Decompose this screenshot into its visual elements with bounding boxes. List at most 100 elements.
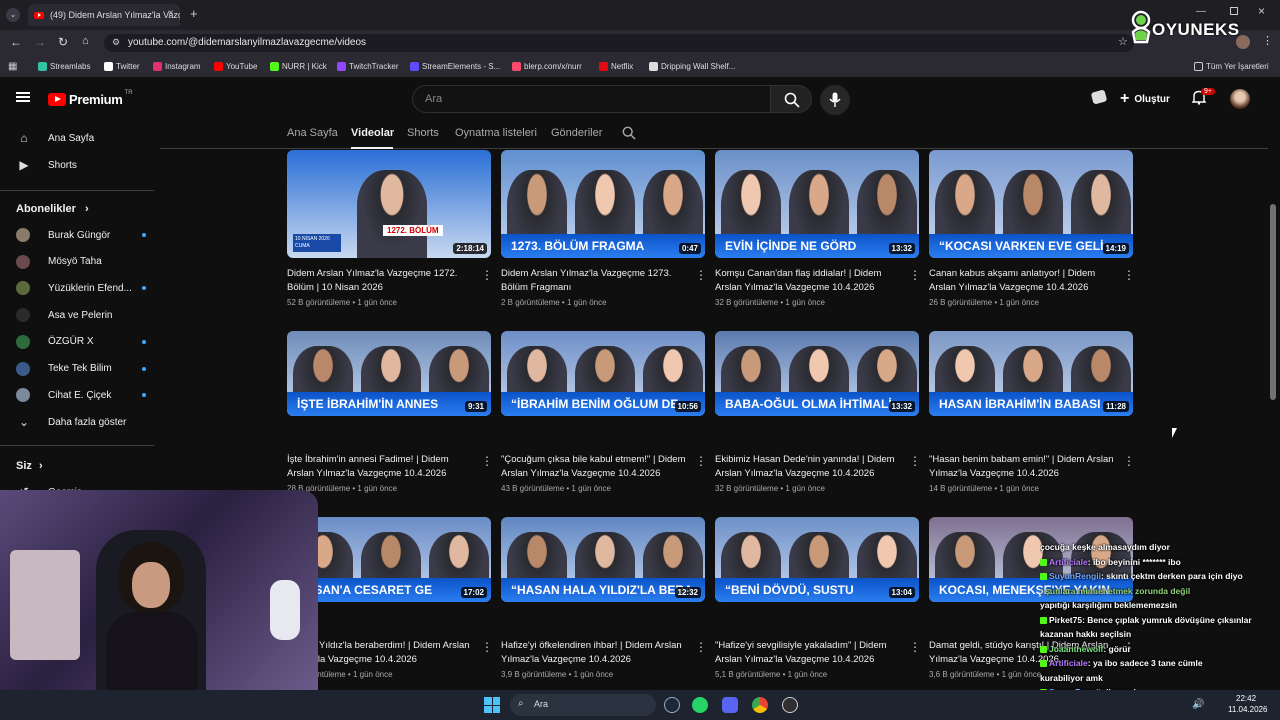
sidebar-subscription[interactable]: Mösyö Taha <box>16 252 102 272</box>
more-options-icon[interactable]: ⋮ <box>695 268 707 282</box>
chrome-icon[interactable] <box>752 697 768 713</box>
bookmark-item[interactable]: Streamlabs <box>38 62 90 71</box>
hamburger-menu-icon[interactable] <box>16 92 30 102</box>
more-options-icon[interactable]: ⋮ <box>695 640 707 654</box>
tab-shorts[interactable]: Shorts <box>407 127 439 139</box>
tab-videolar[interactable]: Videolar <box>351 127 394 139</box>
video-thumbnail[interactable]: HASAN İBRAHİM'İN BABASI 11:28 <box>929 331 1133 416</box>
sidebar-item-label: Cihat E. Çiçek <box>48 389 112 401</box>
site-info-icon[interactable]: ⚙ <box>112 37 120 48</box>
tab-gönderiler[interactable]: Gönderiler <box>551 127 602 139</box>
taskbar-clock-date[interactable]: 11.04.2026 <box>1228 705 1267 714</box>
bookmark-item[interactable]: Instagram <box>153 62 201 71</box>
all-bookmarks[interactable]: Tüm Yer İşaretleri <box>1194 62 1269 71</box>
video-thumbnail[interactable]: EVİN İÇİNDE NE GÖRD 13:32 <box>715 150 919 258</box>
bookmark-item[interactable]: YouTube <box>214 62 257 71</box>
tab-ana-sayfa[interactable]: Ana Sayfa <box>287 127 338 139</box>
reload-icon[interactable]: ↻ <box>58 35 68 49</box>
video-title[interactable]: Didem Arslan Yılmaz'la Vazgeçme 1272. Bö… <box>287 267 477 295</box>
apps-grid-icon[interactable]: ▦ <box>8 61 17 72</box>
more-options-icon[interactable]: ⋮ <box>909 454 921 468</box>
obs-icon[interactable] <box>782 697 798 713</box>
thumbnail-episode-label: 1272. BÖLÜM <box>383 225 443 236</box>
browser-tab-bar: ⌄ (49) Didem Arslan Yılmaz'la Vazç × + —… <box>0 0 1280 30</box>
more-options-icon[interactable]: ⋮ <box>909 640 921 654</box>
more-options-icon[interactable]: ⋮ <box>481 454 493 468</box>
more-options-icon[interactable]: ⋮ <box>695 454 707 468</box>
home-browser-icon[interactable]: ⌂ <box>82 35 89 47</box>
chat-text: : skıntı çektm derken para için diyo <box>1100 571 1243 581</box>
video-thumbnail[interactable]: “BENİ DÖVDÜ, SUSTU 13:04 <box>715 517 919 602</box>
sidebar-subscription[interactable]: Yüzüklerin Efend... <box>16 278 146 298</box>
sidebar-subscription[interactable]: Teke Tek Bilim <box>16 359 146 379</box>
more-options-icon[interactable]: ⋮ <box>909 268 921 282</box>
url-field[interactable]: ⚙ youtube.com/@didemarslanyilmazlavazgec… <box>104 34 1134 52</box>
browser-tab-youtube[interactable]: (49) Didem Arslan Yılmaz'la Vazç <box>28 4 180 26</box>
video-thumbnail[interactable]: “HASAN HALA YILDIZ'LA BERA 12:32 <box>501 517 705 602</box>
discord-icon[interactable] <box>722 697 738 713</box>
whatsapp-icon[interactable] <box>692 697 708 713</box>
bookmark-favicon-icon <box>649 62 658 71</box>
video-thumbnail[interactable]: “İBRAHİM BENİM OĞLUM DE 10:56 <box>501 331 705 416</box>
video-title[interactable]: "Hasan benim babam emin!" | Didem Arslan… <box>929 453 1119 481</box>
channel-avatar <box>16 334 30 349</box>
bookmark-item[interactable]: Netflix <box>599 62 633 71</box>
tab-oynatma-listeleri[interactable]: Oynatma listeleri <box>455 127 537 139</box>
close-window-icon[interactable]: × <box>1258 4 1265 18</box>
bookmark-item[interactable]: Twitter <box>104 62 140 71</box>
forward-icon[interactable]: → <box>34 35 46 49</box>
page-scrollbar[interactable] <box>1270 204 1276 400</box>
account-avatar[interactable] <box>1230 89 1250 109</box>
create-button[interactable]: + Oluştur <box>1120 90 1170 108</box>
volume-icon[interactable]: 🔊 <box>1192 699 1204 710</box>
more-options-icon[interactable]: ⋮ <box>1123 454 1135 468</box>
video-thumbnail[interactable]: “KOCASI VARKEN EVE GELİ 14:19 <box>929 150 1133 258</box>
video-title[interactable]: "Hafize'yi sevgilisiyle yakaladım" | Did… <box>715 639 905 667</box>
more-options-icon[interactable]: ⋮ <box>1123 268 1135 282</box>
back-icon[interactable]: ← <box>10 35 22 49</box>
video-title[interactable]: İşte İbrahim'in annesi Fadime! | Didem A… <box>287 453 477 481</box>
tab-list-icon[interactable]: ⌄ <box>6 8 20 22</box>
taskbar-clock-time[interactable]: 22:42 <box>1236 694 1256 703</box>
you-heading[interactable]: Siz › <box>16 460 43 472</box>
sidebar-subscription[interactable]: ÖZGÜR X <box>16 332 146 352</box>
close-tab-icon[interactable]: × <box>168 8 174 19</box>
sidebar-item-home[interactable]: ⌂ Ana Sayfa <box>16 128 94 148</box>
steam-icon[interactable] <box>664 697 680 713</box>
voice-search-button[interactable] <box>820 85 850 115</box>
browser-menu-icon[interactable]: ⋮ <box>1262 34 1273 47</box>
youtube-logo[interactable]: Premium TR <box>48 90 133 107</box>
subscriptions-heading[interactable]: Abonelikler › <box>16 203 89 215</box>
notifications-button[interactable]: 9+ <box>1191 88 1215 108</box>
channel-search-icon[interactable] <box>622 126 636 145</box>
bookmark-item[interactable]: StreamElements - S... <box>410 62 500 71</box>
video-title[interactable]: Hafize'yi öfkelendiren ihbar! | Didem Ar… <box>501 639 691 667</box>
video-thumbnail[interactable]: 1273. BÖLÜM FRAGMA 0:47 <box>501 150 705 258</box>
bookmark-item[interactable]: NURR | Kick <box>270 62 327 71</box>
bookmark-item[interactable]: Dripping Wall Shelf... <box>649 62 735 71</box>
video-title[interactable]: Komşu Canan'dan flaş iddialar! | Didem A… <box>715 267 905 295</box>
video-thumbnail[interactable]: BABA-OĞUL OLMA İHTİMALİ 13:32 <box>715 331 919 416</box>
video-thumbnail[interactable]: İŞTE İBRAHİM'İN ANNES 9:31 <box>287 331 491 416</box>
video-title[interactable]: Didem Arslan Yılmaz'la Vazgeçme 1273. Bö… <box>501 267 691 295</box>
more-options-icon[interactable]: ⋮ <box>481 640 493 654</box>
bookmark-item[interactable]: TwitchTracker <box>337 62 399 71</box>
new-tab-icon[interactable]: + <box>190 6 198 21</box>
video-title[interactable]: Canan kabus akşamı anlatıyor! | Didem Ar… <box>929 267 1119 295</box>
sidebar-subscription[interactable]: Burak Güngör <box>16 225 146 245</box>
show-more-button[interactable]: ⌄ Daha fazla göster <box>16 412 126 432</box>
video-title[interactable]: "Çocuğum çıksa bile kabul etmem!" | Dide… <box>501 453 691 481</box>
more-options-icon[interactable]: ⋮ <box>481 268 493 282</box>
chevron-right-icon: › <box>81 203 89 215</box>
taskbar-search[interactable]: ⌕ Ara <box>510 694 656 716</box>
sidebar-item-shorts[interactable]: ▶ Shorts <box>16 155 77 175</box>
windows-start-icon[interactable] <box>484 697 500 713</box>
bookmark-item[interactable]: blerp.com/x/nurr <box>512 62 582 71</box>
search-input[interactable]: Ara <box>412 85 770 113</box>
bookmark-star-icon[interactable]: ☆ <box>1118 35 1128 48</box>
video-title[interactable]: Ekibimiz Hasan Dede'nin yanında! | Didem… <box>715 453 905 481</box>
sidebar-subscription[interactable]: Asa ve Pelerin <box>16 305 112 325</box>
sidebar-subscription[interactable]: Cihat E. Çiçek <box>16 385 146 405</box>
search-button[interactable] <box>770 85 812 113</box>
video-thumbnail[interactable]: 1272. BÖLÜM 10 NİSAN 2026 CUMA 2:18:14 <box>287 150 491 258</box>
